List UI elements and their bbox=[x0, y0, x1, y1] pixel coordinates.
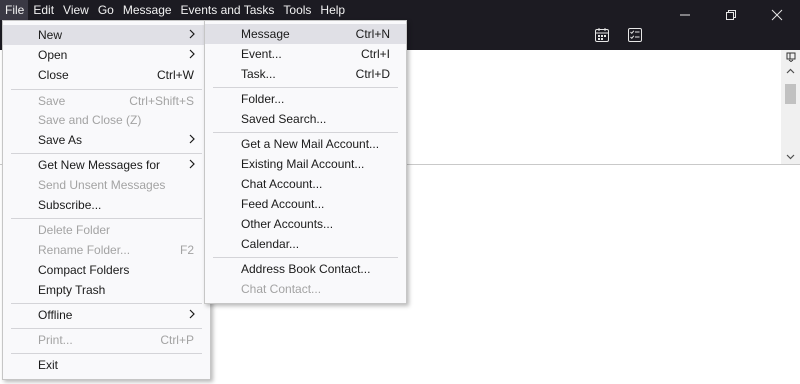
vertical-scrollbar[interactable] bbox=[781, 50, 800, 164]
restore-icon bbox=[726, 10, 736, 20]
close-icon bbox=[771, 9, 783, 21]
submenu-item-folder[interactable]: Folder... bbox=[205, 89, 406, 109]
menu-item-rename-folder[interactable]: Rename Folder... F2 bbox=[3, 240, 210, 260]
submenu-item-chat-account[interactable]: Chat Account... bbox=[205, 174, 406, 194]
menu-item-new[interactable]: New bbox=[3, 25, 210, 45]
scroll-up-button[interactable] bbox=[781, 64, 800, 78]
calendar-button[interactable] bbox=[592, 25, 612, 45]
menu-separator bbox=[11, 328, 202, 329]
column-picker-icon bbox=[786, 52, 795, 62]
menu-item-exit[interactable]: Exit bbox=[3, 355, 210, 375]
calendar-icon bbox=[595, 28, 609, 42]
submenu-item-existing-mail-account[interactable]: Existing Mail Account... bbox=[205, 154, 406, 174]
new-submenu: Message Ctrl+N Event... Ctrl+I Task... C… bbox=[204, 20, 407, 304]
menu-separator bbox=[11, 153, 202, 154]
menu-separator bbox=[11, 89, 202, 90]
menu-item-delete-folder[interactable]: Delete Folder bbox=[3, 220, 210, 240]
file-menu: New Open Close Ctrl+W Save Ctrl+Shift+S … bbox=[2, 20, 211, 380]
menu-file[interactable]: File bbox=[0, 0, 29, 20]
menu-item-open[interactable]: Open bbox=[3, 45, 210, 65]
menu-separator bbox=[213, 257, 398, 258]
tasks-icon bbox=[628, 28, 642, 42]
menu-item-get-new-messages[interactable]: Get New Messages for bbox=[3, 155, 210, 175]
menu-separator bbox=[11, 218, 202, 219]
chevron-right-icon bbox=[189, 45, 195, 65]
menu-item-subscribe[interactable]: Subscribe... bbox=[3, 195, 210, 215]
menu-item-close[interactable]: Close Ctrl+W bbox=[3, 65, 210, 85]
menu-item-print[interactable]: Print... Ctrl+P bbox=[3, 330, 210, 350]
menu-go[interactable]: Go bbox=[93, 0, 118, 20]
menu-separator bbox=[11, 353, 202, 354]
scroll-thumb[interactable] bbox=[785, 84, 796, 104]
chevron-right-icon bbox=[189, 155, 195, 175]
menu-item-save-and-close[interactable]: Save and Close (Z) bbox=[3, 110, 210, 130]
menu-item-save-as[interactable]: Save As bbox=[3, 130, 210, 150]
menu-tools[interactable]: Tools bbox=[278, 0, 315, 20]
scroll-down-button[interactable] bbox=[781, 150, 800, 164]
menu-item-offline[interactable]: Offline bbox=[3, 305, 210, 325]
minimize-button[interactable] bbox=[662, 0, 708, 30]
menu-item-compact-folders[interactable]: Compact Folders bbox=[3, 260, 210, 280]
submenu-item-calendar[interactable]: Calendar... bbox=[205, 234, 406, 254]
close-button[interactable] bbox=[754, 0, 800, 30]
menu-events-and-tasks[interactable]: Events and Tasks bbox=[176, 0, 279, 20]
submenu-item-other-accounts[interactable]: Other Accounts... bbox=[205, 214, 406, 234]
minimize-icon bbox=[680, 14, 690, 16]
menu-edit[interactable]: Edit bbox=[28, 0, 58, 20]
menu-view[interactable]: View bbox=[58, 0, 93, 20]
menu-separator bbox=[11, 303, 202, 304]
chevron-right-icon bbox=[189, 305, 195, 325]
chevron-right-icon bbox=[189, 25, 195, 45]
submenu-item-feed-account[interactable]: Feed Account... bbox=[205, 194, 406, 214]
menu-separator bbox=[213, 87, 398, 88]
submenu-item-event[interactable]: Event... Ctrl+I bbox=[205, 44, 406, 64]
submenu-item-new-mail-account[interactable]: Get a New Mail Account... bbox=[205, 134, 406, 154]
chevron-up-icon bbox=[786, 68, 795, 74]
menu-item-empty-trash[interactable]: Empty Trash bbox=[3, 280, 210, 300]
submenu-item-saved-search[interactable]: Saved Search... bbox=[205, 109, 406, 129]
menu-separator bbox=[213, 132, 398, 133]
menu-item-send-unsent[interactable]: Send Unsent Messages bbox=[3, 175, 210, 195]
menu-message[interactable]: Message bbox=[118, 0, 176, 20]
menu-bar: File Edit View Go Message Events and Tas… bbox=[0, 0, 349, 20]
submenu-item-task[interactable]: Task... Ctrl+D bbox=[205, 64, 406, 84]
column-picker-button[interactable] bbox=[781, 50, 800, 64]
menu-item-save[interactable]: Save Ctrl+Shift+S bbox=[3, 91, 210, 111]
chevron-right-icon bbox=[189, 130, 195, 150]
submenu-item-message[interactable]: Message Ctrl+N bbox=[205, 24, 406, 44]
submenu-item-address-book-contact[interactable]: Address Book Contact... bbox=[205, 259, 406, 279]
menu-help[interactable]: Help bbox=[315, 0, 349, 20]
chevron-down-icon bbox=[786, 154, 795, 160]
restore-button[interactable] bbox=[708, 0, 754, 30]
tasks-button[interactable] bbox=[625, 25, 645, 45]
submenu-item-chat-contact[interactable]: Chat Contact... bbox=[205, 279, 406, 299]
